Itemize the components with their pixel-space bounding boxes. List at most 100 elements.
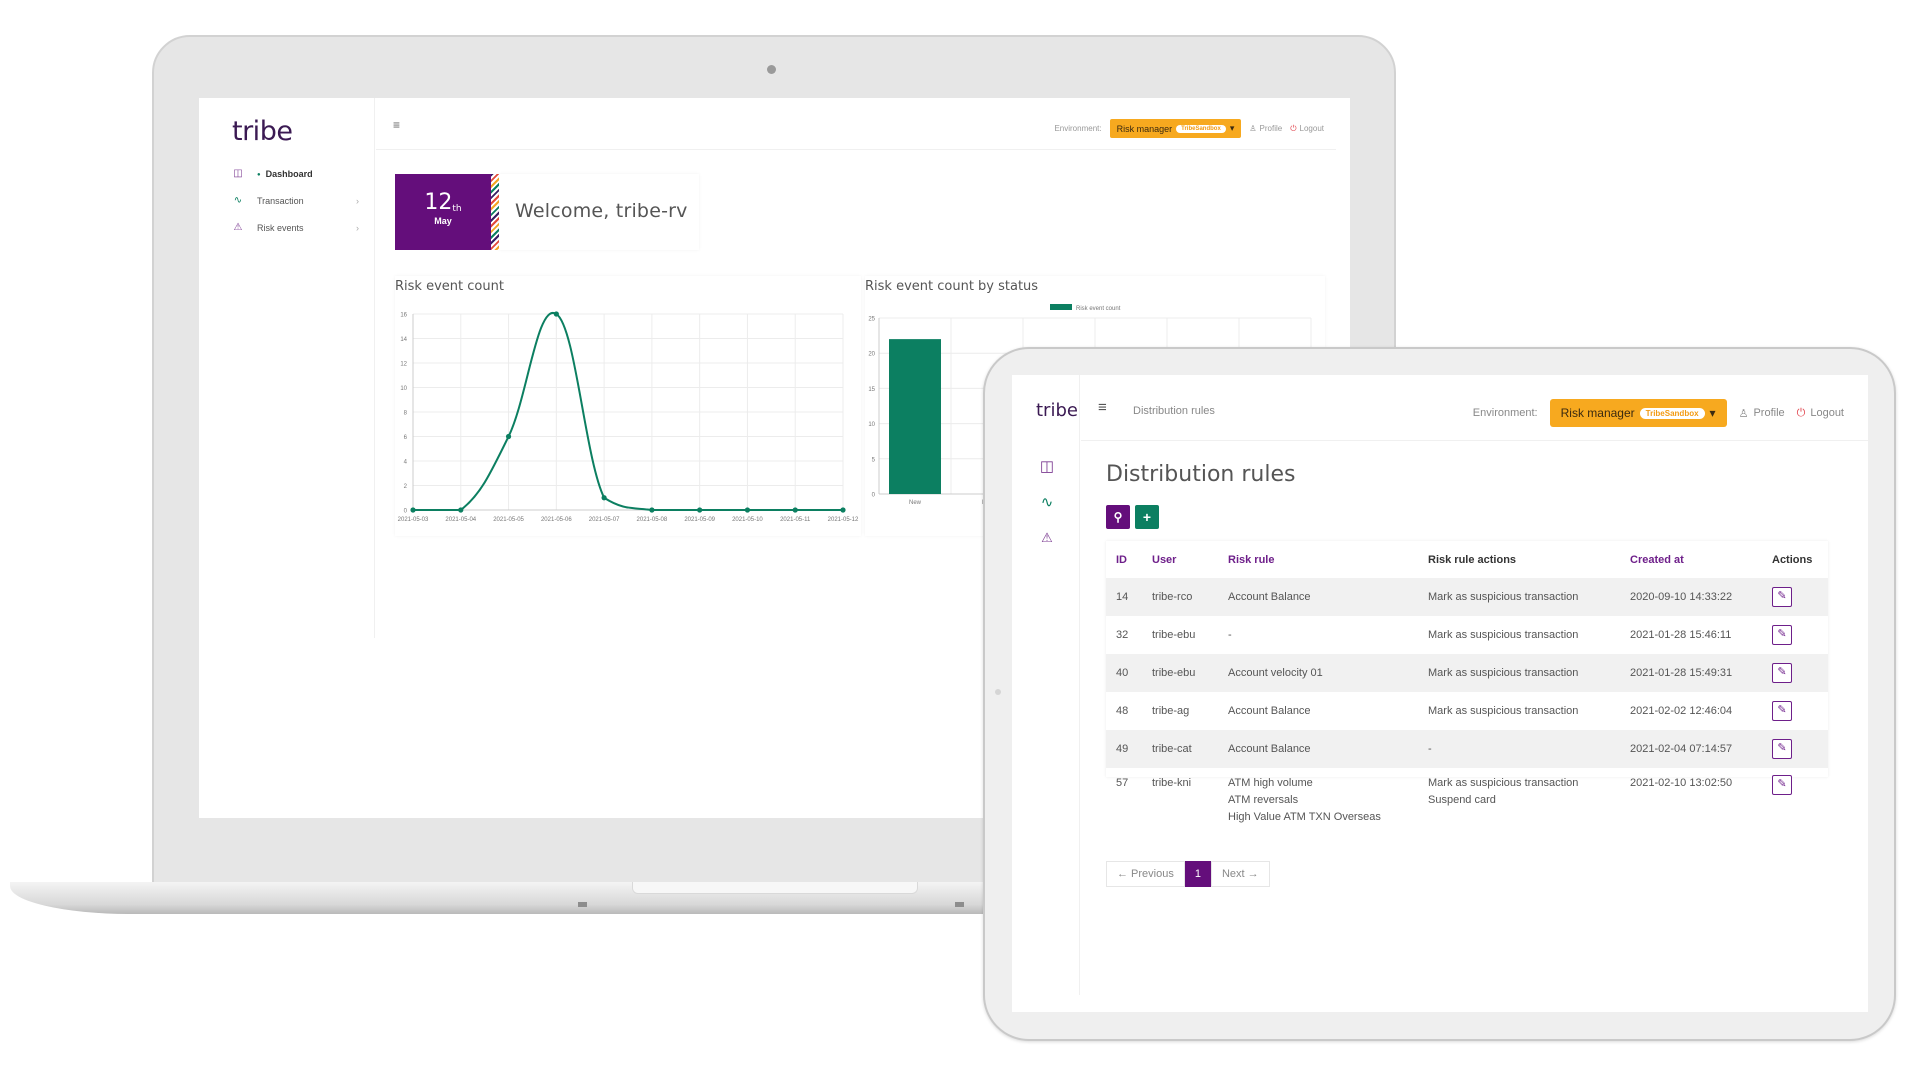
caret-down-icon: ▾ xyxy=(1229,123,1235,133)
edit-button[interactable]: ✎ xyxy=(1772,663,1792,683)
sidebar-item-dashboard[interactable]: ◫ Dashboard xyxy=(231,160,366,187)
cell-user: tribe-ebu xyxy=(1152,628,1196,641)
edit-button[interactable]: ✎ xyxy=(1772,587,1792,607)
edit-button[interactable]: ✎ xyxy=(1772,625,1792,645)
profile-link[interactable]: ♙ Profile xyxy=(1739,407,1785,420)
y-tick-label: 16 xyxy=(400,313,407,319)
environment-badge: TribeSandbox xyxy=(1639,407,1705,419)
chevron-right-icon: › xyxy=(356,195,359,206)
environment-area: Environment: Risk manager TribeSandbox ▾… xyxy=(1473,399,1844,427)
laptop-foot xyxy=(578,902,587,907)
column-id[interactable]: ID xyxy=(1106,541,1142,578)
edit-button[interactable]: ✎ xyxy=(1772,739,1792,759)
cell-risk-rule: Account Balance xyxy=(1218,578,1418,616)
cell-actions: ✎ xyxy=(1762,578,1828,616)
rule-action-item: Mark as suspicious transaction xyxy=(1428,777,1579,789)
rule-action-item: Mark as suspicious transaction xyxy=(1428,666,1579,679)
table-header: ID User Risk rule Risk rule actions Crea… xyxy=(1106,541,1828,578)
data-point xyxy=(505,433,512,440)
environment-label: Environment: xyxy=(1472,407,1538,419)
y-tick-label: 10 xyxy=(400,386,407,392)
logout-link[interactable]: ⏻ Logout xyxy=(1797,407,1844,420)
logout-link[interactable]: ⏻ Logout xyxy=(1290,124,1324,134)
profile-link[interactable]: ♙ Profile xyxy=(1249,124,1282,133)
decorative-stripe xyxy=(491,174,499,250)
cell-risk-rule-actions: Mark as suspicious transaction xyxy=(1418,578,1620,616)
rule-action-item: - xyxy=(1428,742,1432,755)
cell-user: tribe-rco xyxy=(1142,578,1218,616)
cell-risk-rule-actions: Mark as suspicious transaction xyxy=(1418,692,1620,730)
sidebar: tribe ◫ Dashboard ∿ Transaction › ⚠ Risk… xyxy=(199,98,375,638)
add-rule-button[interactable]: + xyxy=(1135,505,1159,529)
pulse-icon: ∿ xyxy=(233,195,243,206)
laptop-camera xyxy=(767,65,776,74)
previous-page-button[interactable]: ← Previous xyxy=(1106,861,1185,887)
edit-button[interactable]: ✎ xyxy=(1772,701,1792,721)
dashboard-icon[interactable]: ◫ xyxy=(1038,457,1056,475)
bar xyxy=(889,339,941,494)
column-user[interactable]: User xyxy=(1142,541,1218,578)
dashboard-icon: ◫ xyxy=(233,168,243,179)
rules-table: ID User Risk rule Risk rule actions Crea… xyxy=(1106,541,1828,823)
cell-id: 32 xyxy=(1116,628,1129,641)
environment-badge: TribeSandbox xyxy=(1176,124,1226,133)
cell-risk-rule: ATM high volume ATM reversals High Value A… xyxy=(1218,768,1418,828)
welcome-text: Welcome, tribe-rv xyxy=(515,200,688,222)
x-tick-label: 2021-05-04 xyxy=(445,517,476,523)
cell-risk-rule-actions: Mark as suspicious transaction xyxy=(1418,654,1620,692)
y-tick-label: 5 xyxy=(872,457,876,463)
risk-rule-item: Account Balance xyxy=(1228,704,1311,717)
x-tick-label: 2021-05-06 xyxy=(541,517,572,523)
cell-id: 57 xyxy=(1116,777,1129,789)
pulse-icon[interactable]: ∿ xyxy=(1038,493,1056,511)
cell-created-at: 2021-02-02 12:46:04 xyxy=(1630,704,1733,717)
sidebar: tribe ◫ ∿ ⚠ xyxy=(1012,375,1080,995)
cell-actions: ✎ xyxy=(1762,730,1828,768)
rule-action-item: Mark as suspicious transaction xyxy=(1428,590,1579,603)
data-point xyxy=(410,507,416,513)
x-tick-label: 2021-05-03 xyxy=(398,517,429,523)
chart-title: Risk event count xyxy=(395,279,504,294)
next-page-button[interactable]: Next → xyxy=(1210,861,1270,887)
page-1-button[interactable]: 1 xyxy=(1184,861,1211,887)
menu-icon[interactable]: ≡ xyxy=(393,118,400,132)
table-row: 32 tribe-ebu - Mark as suspicious transacti… xyxy=(1106,616,1828,654)
device-mockup: tribe ◫ Dashboard ∿ Transaction › ⚠ Risk… xyxy=(0,0,1920,1080)
table-row: 57 tribe-kni ATM high volume ATM reversals H… xyxy=(1106,768,1828,828)
column-risk-rule-actions: Risk rule actions xyxy=(1428,553,1517,566)
cell-created-at: 2021-01-28 15:46:11 xyxy=(1630,628,1732,641)
breadcrumb: Distribution rules xyxy=(1133,405,1215,417)
pencil-icon: ✎ xyxy=(1777,628,1787,640)
warning-icon[interactable]: ⚠ xyxy=(1038,530,1056,546)
column-risk-rule[interactable]: Risk rule xyxy=(1218,541,1418,578)
y-tick-label: 0 xyxy=(404,509,408,515)
environment-select[interactable]: Risk manager TribeSandbox ▾ xyxy=(1109,119,1242,138)
series-line xyxy=(413,312,843,511)
tribe-logo[interactable]: tribe xyxy=(1036,400,1078,421)
date-day: 12 xyxy=(424,190,453,215)
table-row: 40 tribe-ebu Account velocity 01 Mark as su… xyxy=(1106,654,1828,692)
search-button[interactable]: ⚲ xyxy=(1106,505,1130,529)
x-tick-label: 2021-05-07 xyxy=(589,517,620,523)
sidebar-item-transaction[interactable]: ∿ Transaction › xyxy=(231,187,366,214)
x-tick-label: 2021-05-11 xyxy=(780,517,811,523)
sidebar-item-risk-events[interactable]: ⚠ Risk events › xyxy=(231,214,366,241)
tribe-logo[interactable]: tribe xyxy=(232,116,293,147)
risk-rule-item: Account velocity 01 xyxy=(1228,666,1323,679)
legend-label: Risk event count xyxy=(1076,306,1121,312)
topbar: ≡ Environment: Risk manager TribeSandbox… xyxy=(376,98,1336,150)
environment-select[interactable]: Risk manager TribeSandbox ▾ xyxy=(1549,399,1727,427)
y-tick-label: 25 xyxy=(868,317,875,323)
plus-icon: + xyxy=(1142,509,1152,525)
chevron-right-icon: › xyxy=(356,222,359,233)
date-card: 12th May xyxy=(395,174,491,250)
rule-action-item: Mark as suspicious transaction xyxy=(1428,704,1579,717)
data-point xyxy=(840,507,846,513)
edit-button[interactable]: ✎ xyxy=(1772,775,1792,795)
menu-icon[interactable]: ≡ xyxy=(1098,399,1107,416)
data-point xyxy=(649,507,655,513)
risk-event-count-card: Risk event count 0 2 4 6 8 10 12 14 16 2021-05-03… xyxy=(395,276,861,536)
column-created-at[interactable]: Created at xyxy=(1620,541,1762,578)
table-row: 14 tribe-rco Account Balance Mark as suspic… xyxy=(1106,578,1828,616)
line-chart: 0 2 4 6 8 10 12 14 16 2021-05-03 2021-05-04 2021-05… xyxy=(398,311,859,523)
